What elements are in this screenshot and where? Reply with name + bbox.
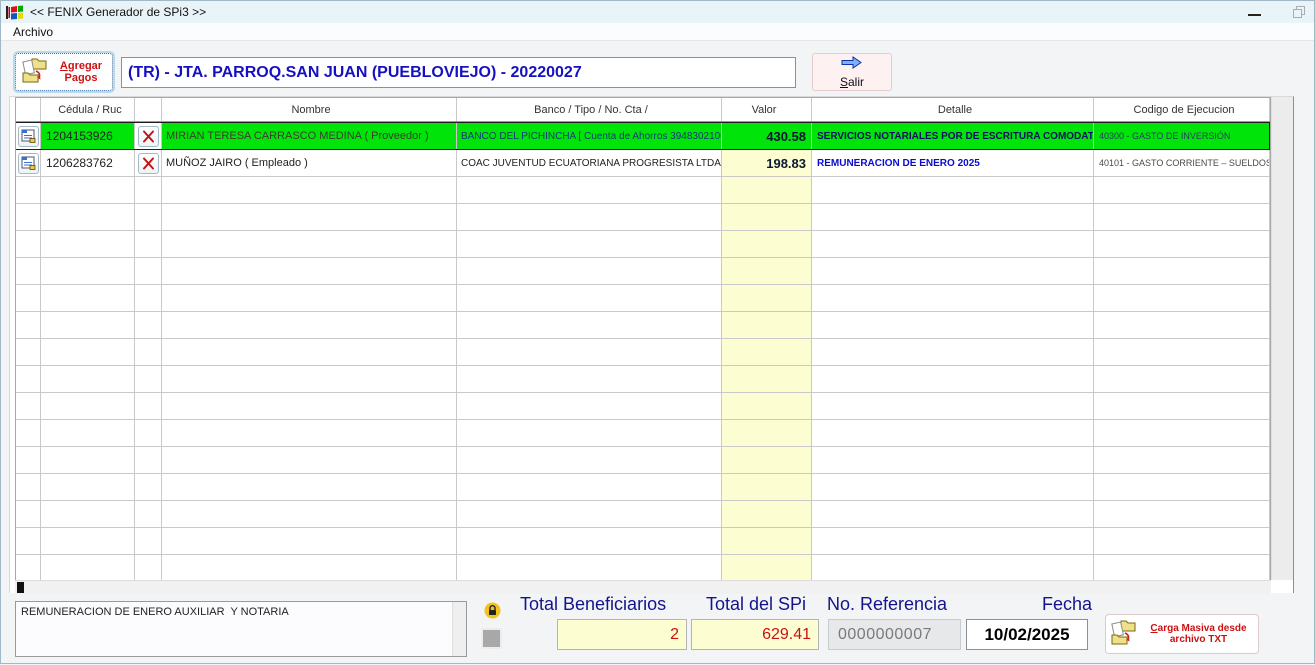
menu-bar: Archivo [1, 23, 1314, 41]
column-header-codigo[interactable]: Codigo de Ejecucion [1094, 98, 1270, 121]
referencia-field: 0000000007 [828, 619, 961, 650]
footer-panel: REMUNERACION DE ENERO AUXILIAR Y NOTARIA… [1, 593, 1314, 665]
toolbar: Agregar Pagos Salir [1, 42, 1314, 96]
descripcion-textarea[interactable]: REMUNERACION DE ENERO AUXILIAR Y NOTARIA [16, 602, 452, 656]
total-spi-label: Total del SPi [706, 594, 806, 615]
table-row-empty[interactable] [16, 393, 1270, 420]
delete-x-icon [142, 130, 155, 143]
carga-masiva-label: Carga Masiva desde archivo TXT [1139, 623, 1258, 645]
edit-row-button[interactable] [18, 153, 39, 174]
cell-codigo: 40300 - GASTO DE INVERSIÓN [1094, 123, 1270, 149]
table-row-empty[interactable] [16, 501, 1270, 528]
table-row-empty[interactable] [16, 204, 1270, 231]
fecha-label: Fecha [1042, 594, 1092, 615]
total-spi-value: 629.41 [691, 619, 819, 650]
cell-codigo: 40101 - GASTO CORRIENTE – SUELDOS [1094, 150, 1270, 176]
total-beneficiarios-value: 2 [557, 619, 687, 650]
color-swatch-button[interactable] [481, 628, 502, 649]
grid-empty-rows [16, 177, 1270, 580]
grid-body: 1204153926 MIRIAN TERESA CARRASCO MEDINA… [16, 122, 1270, 580]
salir-button[interactable]: Salir [812, 53, 892, 91]
column-header-banco[interactable]: Banco / Tipo / No. Cta / [457, 98, 722, 121]
cell-cedula: 1204153926 [41, 123, 135, 149]
descripcion-scrollbar[interactable] [452, 602, 466, 656]
cell-detalle: SERVICIOS NOTARIALES POR DE ESCRITURA CO… [812, 123, 1094, 149]
column-header-edit [16, 98, 41, 121]
delete-row-button[interactable] [138, 126, 159, 147]
minimize-button[interactable] [1248, 14, 1261, 16]
salir-label: Salir [840, 75, 864, 89]
window-titlebar: << FENIX Generador de SPi3 >> [1, 1, 1314, 23]
scrollbar-thumb[interactable] [17, 582, 24, 593]
cell-cedula: 1206283762 [41, 150, 135, 176]
table-row-empty[interactable] [16, 447, 1270, 474]
table-row[interactable]: 1204153926 MIRIAN TERESA CARRASCO MEDINA… [16, 122, 1270, 150]
cell-nombre: MUÑOZ JAIRO ( Empleado ) [162, 150, 457, 176]
table-row-empty[interactable] [16, 231, 1270, 258]
agregar-pagos-button[interactable]: Agregar Pagos [15, 53, 113, 91]
cell-banco: BANCO DEL PICHINCHA [ Cuenta de Ahorros … [457, 123, 722, 149]
table-row-empty[interactable] [16, 474, 1270, 501]
form-edit-icon [21, 129, 36, 143]
table-row-empty[interactable] [16, 312, 1270, 339]
window-title: << FENIX Generador de SPi3 >> [30, 5, 206, 19]
edit-row-button[interactable] [18, 126, 39, 147]
table-row-empty[interactable] [16, 420, 1270, 447]
cell-banco: COAC JUVENTUD ECUATORIANA PROGRESISTA LT… [457, 150, 722, 176]
descripcion-field-wrap: REMUNERACION DE ENERO AUXILIAR Y NOTARIA [15, 601, 467, 657]
cell-nombre: MIRIAN TERESA CARRASCO MEDINA ( Proveedo… [162, 123, 457, 149]
column-header-cedula[interactable]: Cédula / Ruc [41, 98, 135, 121]
grid-header: Cédula / Ruc Nombre Banco / Tipo / No. C… [16, 98, 1270, 122]
table-row-empty[interactable] [16, 177, 1270, 204]
cell-valor: 430.58 [722, 123, 812, 149]
menu-item-archivo[interactable]: Archivo [9, 25, 57, 39]
cell-valor: 198.83 [722, 150, 812, 176]
cell-detalle: REMUNERACION DE ENERO 2025 [812, 150, 1094, 176]
folder-transfer-icon [20, 55, 50, 90]
table-row-empty[interactable] [16, 285, 1270, 312]
entity-input[interactable] [121, 57, 796, 88]
payments-grid: Cédula / Ruc Nombre Banco / Tipo / No. C… [9, 96, 1294, 593]
referencia-label: No. Referencia [827, 594, 947, 615]
delete-row-button[interactable] [138, 153, 159, 174]
table-row[interactable]: 1206283762 MUÑOZ JAIRO ( Empleado ) COAC… [16, 150, 1270, 177]
column-header-nombre[interactable]: Nombre [162, 98, 457, 121]
table-row-empty[interactable] [16, 528, 1270, 555]
table-row-empty[interactable] [16, 366, 1270, 393]
grid-vertical-scrollbar[interactable] [1271, 97, 1293, 580]
restore-button[interactable] [1293, 6, 1306, 18]
lock-icon [484, 602, 501, 619]
fecha-field[interactable]: 10/02/2025 [966, 619, 1088, 650]
column-header-valor[interactable]: Valor [722, 98, 812, 121]
exit-arrow-icon [840, 56, 864, 74]
form-edit-icon [21, 156, 36, 170]
agregar-pagos-label: Agregar Pagos [50, 60, 112, 84]
table-row-empty[interactable] [16, 339, 1270, 366]
column-header-delete [135, 98, 162, 121]
column-header-detalle[interactable]: Detalle [812, 98, 1094, 121]
delete-x-icon [142, 157, 155, 170]
grid-horizontal-scrollbar[interactable] [15, 580, 1271, 594]
table-row-empty[interactable] [16, 258, 1270, 285]
carga-masiva-button[interactable]: Carga Masiva desde archivo TXT [1105, 614, 1259, 654]
app-window-icon [6, 5, 24, 20]
folder-load-icon [1109, 617, 1139, 652]
table-row-empty[interactable] [16, 555, 1270, 580]
total-beneficiarios-label: Total Beneficiarios [520, 594, 666, 615]
